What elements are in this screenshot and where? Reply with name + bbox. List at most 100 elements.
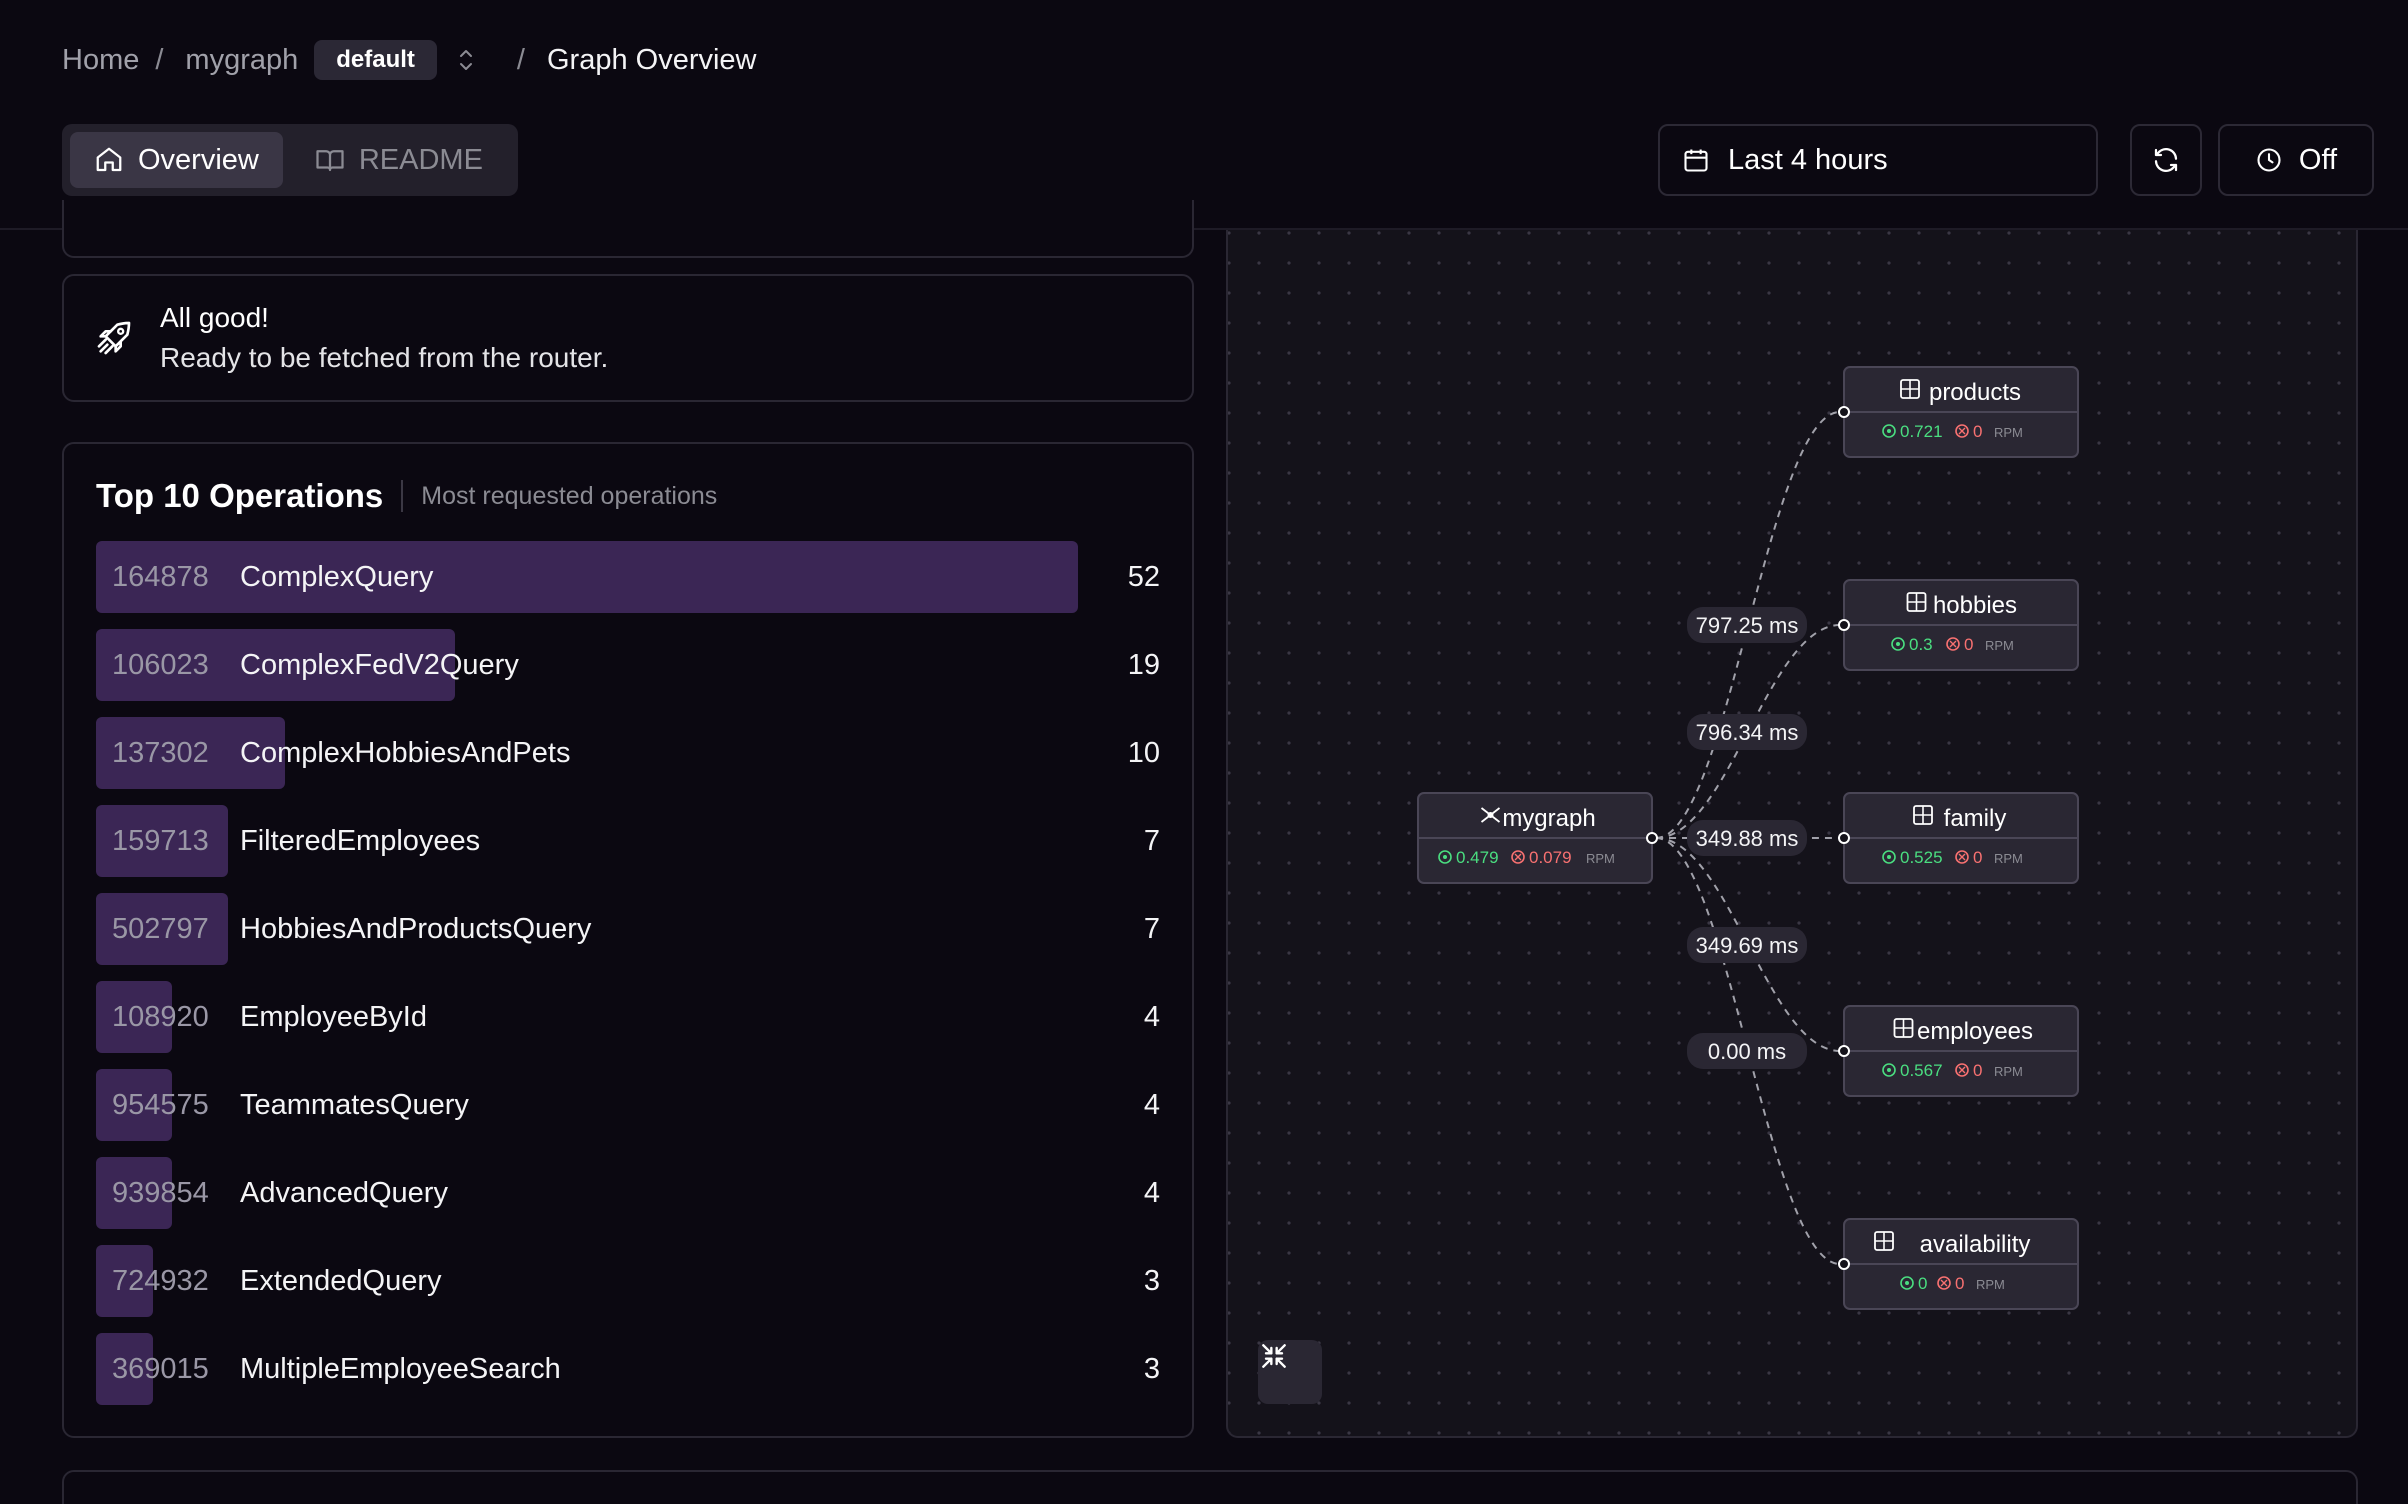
operation-name: MultipleEmployeeSearch: [240, 1353, 561, 1385]
operation-count: 3: [1143, 1265, 1160, 1297]
latency-text: 349.88 ms: [1696, 826, 1799, 851]
operation-hash: 502797: [112, 913, 209, 945]
clock-icon: [2257, 148, 2281, 172]
graph-canvas[interactable]: 797.25 ms 796.34 ms 349.88 ms 349.69 ms 0.00…: [1226, 230, 2358, 1438]
operation-row[interactable]: 108920 EmployeeById 4: [96, 981, 1160, 1053]
operation-name: ComplexFedV2Query: [240, 649, 519, 681]
error-rate: 0: [1973, 422, 1982, 441]
error-rate: 0: [1973, 848, 1982, 867]
breadcrumb-separator: /: [155, 43, 164, 76]
latency-text: 0.00 ms: [1708, 1039, 1786, 1064]
rpm-unit: RPM: [1994, 425, 2023, 440]
status-message: Ready to be fetched from the router.: [160, 342, 609, 373]
operation-count: 4: [1143, 1001, 1160, 1033]
operation-count: 4: [1143, 1089, 1160, 1121]
rpm-unit: RPM: [1976, 1277, 2005, 1292]
breadcrumb-graph[interactable]: mygraph: [185, 44, 298, 77]
node-title: products: [1929, 379, 2021, 406]
operation-row[interactable]: 939854 AdvancedQuery 4: [96, 1157, 1160, 1229]
operation-name: EmployeeById: [240, 1001, 427, 1033]
minimize-icon: [1262, 1344, 1286, 1368]
auto-refresh-button[interactable]: Off: [2218, 124, 2374, 196]
operation-name: ComplexQuery: [240, 561, 434, 593]
node-title: hobbies: [1933, 592, 2017, 619]
operation-row[interactable]: 369015 MultipleEmployeeSearch 3: [96, 1333, 1160, 1405]
collapse-view-button[interactable]: [1258, 1340, 1322, 1404]
subgraph-node-products[interactable]: products 0.721 0 RPM: [1843, 366, 2079, 458]
status-card: All good! Ready to be fetched from the r…: [62, 274, 1194, 402]
page-tabs: Overview README: [62, 124, 518, 196]
operation-hash: 137302: [112, 737, 209, 769]
operation-hash: 159713: [112, 825, 209, 857]
namespace-badge[interactable]: default: [314, 40, 437, 80]
refresh-button[interactable]: [2130, 124, 2202, 196]
tab-readme[interactable]: README: [291, 132, 507, 188]
operation-count: 3: [1143, 1353, 1160, 1385]
success-rate: 0.567: [1900, 1061, 1943, 1080]
rpm-unit: RPM: [1994, 851, 2023, 866]
operation-name: TeammatesQuery: [240, 1089, 469, 1121]
edge-handle: [1838, 1045, 1850, 1057]
success-rate: 0.479: [1456, 848, 1499, 867]
top-operations-title: Top 10 Operations: [96, 477, 384, 514]
book-icon: [316, 150, 344, 172]
success-rate: 0: [1918, 1274, 1927, 1293]
edge-handle: [1838, 619, 1850, 631]
calendar-icon: [1684, 149, 1708, 172]
operation-hash: 724932: [112, 1265, 209, 1297]
graph-svg: 797.25 ms 796.34 ms 349.88 ms 349.69 ms 0.00…: [1417, 366, 2079, 1310]
previous-card: [62, 200, 1194, 258]
subgraph-node-availability[interactable]: availability 0 0 RPM: [1843, 1218, 2079, 1310]
time-range-picker[interactable]: Last 4 hours: [1658, 124, 2098, 196]
rpm-unit: RPM: [1994, 1064, 2023, 1079]
operation-name: ExtendedQuery: [240, 1265, 442, 1297]
operation-name: AdvancedQuery: [240, 1177, 448, 1209]
operation-row[interactable]: 724932 ExtendedQuery 3: [96, 1245, 1160, 1317]
latency-label: 349.69 ms: [1687, 927, 1807, 963]
top-operations-header: Top 10 Operations Most requested operati…: [96, 474, 717, 518]
operation-row[interactable]: 164878 ComplexQuery 52: [96, 541, 1160, 613]
latency-label: 0.00 ms: [1687, 1033, 1807, 1069]
operation-hash: 164878: [112, 561, 209, 593]
subgraph-node-hobbies[interactable]: hobbies0.3 0 RPM: [1843, 579, 2079, 671]
edge-handle: [1838, 406, 1850, 418]
latency-label: 796.34 ms: [1687, 714, 1807, 750]
operation-hash: 954575: [112, 1089, 209, 1121]
operation-hash: 108920: [112, 1001, 209, 1033]
refresh-icon: [2154, 148, 2178, 172]
operation-row[interactable]: 502797 HobbiesAndProductsQuery 7: [96, 893, 1160, 965]
breadcrumb: Home / mygraph default / Graph Overview: [62, 38, 757, 82]
tab-overview[interactable]: Overview: [70, 132, 283, 188]
operation-row[interactable]: 137302 ComplexHobbiesAndPets 10: [96, 717, 1160, 789]
status-title: All good!: [160, 302, 269, 333]
operation-count: 10: [1127, 737, 1160, 769]
subgraph-node-family[interactable]: family0.525 0 RPM: [1843, 792, 2079, 884]
top-operations-card: Top 10 Operations Most requested operati…: [62, 442, 1194, 1438]
rpm-unit: RPM: [1586, 851, 1615, 866]
operation-hash: 106023: [112, 649, 209, 681]
operation-count: 52: [1127, 561, 1160, 593]
edge-handle: [1838, 832, 1850, 844]
latency-text: 797.25 ms: [1696, 613, 1799, 638]
title-divider: [401, 480, 404, 512]
namespace-switcher-icon[interactable]: [457, 47, 475, 73]
operation-name: FilteredEmployees: [240, 825, 481, 857]
operation-hash: 939854: [112, 1177, 209, 1209]
operation-row[interactable]: 159713 FilteredEmployees 7: [96, 805, 1160, 877]
operation-name: HobbiesAndProductsQuery: [240, 913, 592, 945]
breadcrumb-home[interactable]: Home: [62, 44, 139, 77]
top-operations-subtitle: Most requested operations: [421, 481, 718, 510]
error-rate: 0: [1955, 1274, 1964, 1293]
latency-text: 349.69 ms: [1696, 933, 1799, 958]
node-title: availability: [1920, 1231, 2031, 1258]
success-rate: 0.721: [1900, 422, 1943, 441]
operation-count: 7: [1143, 913, 1160, 945]
router-node[interactable]: mygraph0.479 0.079 RPM: [1417, 792, 1653, 884]
operation-row[interactable]: 106023 ComplexFedV2Query 19: [96, 629, 1160, 701]
operation-row[interactable]: 954575 TeammatesQuery 4: [96, 1069, 1160, 1141]
subgraph-node-employees[interactable]: employees 0.567 0 RPM: [1843, 1005, 2079, 1097]
operation-count: 7: [1143, 825, 1160, 857]
status-text: All good! Ready to be fetched from the r…: [160, 302, 608, 374]
operation-name: ComplexHobbiesAndPets: [240, 737, 571, 769]
node-title: family: [1944, 805, 2007, 832]
